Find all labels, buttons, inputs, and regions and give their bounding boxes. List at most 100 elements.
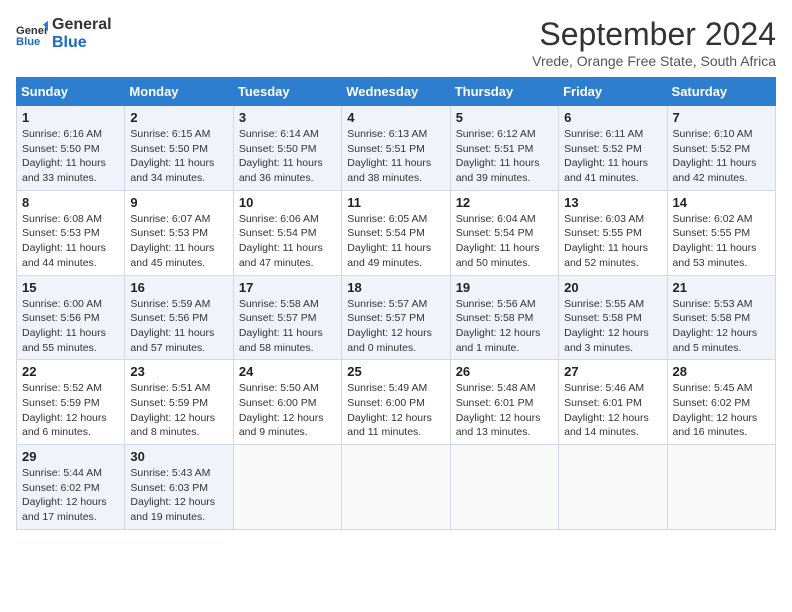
- day-detail: Sunrise: 5:43 AMSunset: 6:03 PMDaylight:…: [130, 466, 227, 525]
- day-detail: Sunrise: 5:48 AMSunset: 6:01 PMDaylight:…: [456, 381, 553, 440]
- day-detail: Sunrise: 6:10 AMSunset: 5:52 PMDaylight:…: [673, 127, 770, 186]
- calendar-cell: 2 Sunrise: 6:15 AMSunset: 5:50 PMDaylight…: [125, 106, 233, 191]
- calendar-cell: 10Sunrise: 6:06 AMSunset: 5:54 PMDayligh…: [233, 190, 341, 275]
- day-number: 20: [564, 280, 661, 295]
- day-number: 29: [22, 449, 119, 464]
- calendar-cell: 24Sunrise: 5:50 AMSunset: 6:00 PMDayligh…: [233, 360, 341, 445]
- header-monday: Monday: [125, 78, 233, 106]
- day-detail: Sunrise: 6:16 AMSunset: 5:50 PMDaylight:…: [22, 127, 119, 186]
- day-number: 22: [22, 364, 119, 379]
- calendar-week-row: 1 Sunrise: 6:16 AMSunset: 5:50 PMDaylight…: [17, 106, 776, 191]
- calendar-cell: 7 Sunrise: 6:10 AMSunset: 5:52 PMDaylight…: [667, 106, 775, 191]
- day-detail: Sunrise: 5:44 AMSunset: 6:02 PMDaylight:…: [22, 466, 119, 525]
- day-detail: Sunrise: 5:46 AMSunset: 6:01 PMDaylight:…: [564, 381, 661, 440]
- header-tuesday: Tuesday: [233, 78, 341, 106]
- calendar-cell: 22 Sunrise: 5:52 AMSunset: 5:59 PMDayligh…: [17, 360, 125, 445]
- day-number: 2: [130, 110, 227, 125]
- month-title: September 2024: [532, 16, 776, 53]
- calendar-cell: 23 Sunrise: 5:51 AMSunset: 5:59 PMDayligh…: [125, 360, 233, 445]
- day-number: 1: [22, 110, 119, 125]
- calendar-cell: 5Sunrise: 6:12 AMSunset: 5:51 PMDaylight…: [450, 106, 558, 191]
- calendar-cell: [342, 445, 450, 530]
- day-detail: Sunrise: 6:03 AMSunset: 5:55 PMDaylight:…: [564, 212, 661, 271]
- calendar-cell: 11 Sunrise: 6:05 AMSunset: 5:54 PMDayligh…: [342, 190, 450, 275]
- calendar-cell: 21 Sunrise: 5:53 AMSunset: 5:58 PMDayligh…: [667, 275, 775, 360]
- day-detail: Sunrise: 6:00 AMSunset: 5:56 PMDaylight:…: [22, 297, 119, 356]
- logo-icon: General Blue: [16, 18, 48, 50]
- header-sunday: Sunday: [17, 78, 125, 106]
- day-number: 3: [239, 110, 336, 125]
- calendar-week-row: 29 Sunrise: 5:44 AMSunset: 6:02 PMDayligh…: [17, 445, 776, 530]
- calendar-cell: [667, 445, 775, 530]
- day-detail: Sunrise: 6:05 AMSunset: 5:54 PMDaylight:…: [347, 212, 444, 271]
- day-number: 26: [456, 364, 553, 379]
- logo-general: General: [52, 16, 112, 34]
- calendar-cell: [233, 445, 341, 530]
- calendar-week-row: 8 Sunrise: 6:08 AMSunset: 5:53 PMDaylight…: [17, 190, 776, 275]
- calendar-cell: 13 Sunrise: 6:03 AMSunset: 5:55 PMDayligh…: [559, 190, 667, 275]
- day-number: 30: [130, 449, 227, 464]
- day-detail: Sunrise: 6:13 AMSunset: 5:51 PMDaylight:…: [347, 127, 444, 186]
- day-number: 25: [347, 364, 444, 379]
- calendar-week-row: 15 Sunrise: 6:00 AMSunset: 5:56 PMDayligh…: [17, 275, 776, 360]
- day-number: 23: [130, 364, 227, 379]
- logo: General Blue General Blue: [16, 16, 112, 51]
- calendar-cell: 30 Sunrise: 5:43 AMSunset: 6:03 PMDayligh…: [125, 445, 233, 530]
- calendar-cell: 16Sunrise: 5:59 AMSunset: 5:56 PMDayligh…: [125, 275, 233, 360]
- day-detail: Sunrise: 6:06 AMSunset: 5:54 PMDaylight:…: [239, 212, 336, 271]
- day-number: 9: [130, 195, 227, 210]
- day-detail: Sunrise: 5:53 AMSunset: 5:58 PMDaylight:…: [673, 297, 770, 356]
- day-detail: Sunrise: 5:59 AMSunset: 5:56 PMDaylight:…: [130, 297, 227, 356]
- day-detail: Sunrise: 5:51 AMSunset: 5:59 PMDaylight:…: [130, 381, 227, 440]
- location-subtitle: Vrede, Orange Free State, South Africa: [532, 53, 776, 69]
- calendar-cell: [450, 445, 558, 530]
- day-detail: Sunrise: 5:56 AMSunset: 5:58 PMDaylight:…: [456, 297, 553, 356]
- calendar-header-row: SundayMondayTuesdayWednesdayThursdayFrid…: [17, 78, 776, 106]
- day-number: 18: [347, 280, 444, 295]
- day-detail: Sunrise: 6:08 AMSunset: 5:53 PMDaylight:…: [22, 212, 119, 271]
- day-detail: Sunrise: 6:11 AMSunset: 5:52 PMDaylight:…: [564, 127, 661, 186]
- calendar-cell: 8 Sunrise: 6:08 AMSunset: 5:53 PMDaylight…: [17, 190, 125, 275]
- calendar-cell: 3 Sunrise: 6:14 AMSunset: 5:50 PMDaylight…: [233, 106, 341, 191]
- day-number: 15: [22, 280, 119, 295]
- calendar-cell: 17Sunrise: 5:58 AMSunset: 5:57 PMDayligh…: [233, 275, 341, 360]
- calendar-table: SundayMondayTuesdayWednesdayThursdayFrid…: [16, 77, 776, 530]
- day-detail: Sunrise: 5:45 AMSunset: 6:02 PMDaylight:…: [673, 381, 770, 440]
- day-number: 7: [673, 110, 770, 125]
- day-detail: Sunrise: 5:50 AMSunset: 6:00 PMDaylight:…: [239, 381, 336, 440]
- calendar-cell: 26 Sunrise: 5:48 AMSunset: 6:01 PMDayligh…: [450, 360, 558, 445]
- day-number: 19: [456, 280, 553, 295]
- calendar-cell: 6 Sunrise: 6:11 AMSunset: 5:52 PMDaylight…: [559, 106, 667, 191]
- calendar-cell: 12Sunrise: 6:04 AMSunset: 5:54 PMDayligh…: [450, 190, 558, 275]
- day-detail: Sunrise: 5:52 AMSunset: 5:59 PMDaylight:…: [22, 381, 119, 440]
- calendar-week-row: 22 Sunrise: 5:52 AMSunset: 5:59 PMDayligh…: [17, 360, 776, 445]
- day-number: 13: [564, 195, 661, 210]
- day-detail: Sunrise: 5:55 AMSunset: 5:58 PMDaylight:…: [564, 297, 661, 356]
- calendar-cell: 29 Sunrise: 5:44 AMSunset: 6:02 PMDayligh…: [17, 445, 125, 530]
- calendar-cell: 9Sunrise: 6:07 AMSunset: 5:53 PMDaylight…: [125, 190, 233, 275]
- day-detail: Sunrise: 5:49 AMSunset: 6:00 PMDaylight:…: [347, 381, 444, 440]
- svg-text:General: General: [16, 25, 48, 37]
- day-detail: Sunrise: 5:57 AMSunset: 5:57 PMDaylight:…: [347, 297, 444, 356]
- day-number: 27: [564, 364, 661, 379]
- calendar-cell: 18 Sunrise: 5:57 AMSunset: 5:57 PMDayligh…: [342, 275, 450, 360]
- logo-blue: Blue: [52, 34, 112, 52]
- day-number: 6: [564, 110, 661, 125]
- page-header: General Blue General Blue September 2024…: [16, 16, 776, 69]
- day-detail: Sunrise: 6:15 AMSunset: 5:50 PMDaylight:…: [130, 127, 227, 186]
- calendar-cell: 20 Sunrise: 5:55 AMSunset: 5:58 PMDayligh…: [559, 275, 667, 360]
- day-number: 4: [347, 110, 444, 125]
- day-detail: Sunrise: 6:14 AMSunset: 5:50 PMDaylight:…: [239, 127, 336, 186]
- day-number: 17: [239, 280, 336, 295]
- calendar-cell: 25 Sunrise: 5:49 AMSunset: 6:00 PMDayligh…: [342, 360, 450, 445]
- day-detail: Sunrise: 6:12 AMSunset: 5:51 PMDaylight:…: [456, 127, 553, 186]
- day-detail: Sunrise: 6:02 AMSunset: 5:55 PMDaylight:…: [673, 212, 770, 271]
- day-number: 21: [673, 280, 770, 295]
- header-saturday: Saturday: [667, 78, 775, 106]
- calendar-cell: 4 Sunrise: 6:13 AMSunset: 5:51 PMDaylight…: [342, 106, 450, 191]
- day-number: 8: [22, 195, 119, 210]
- day-number: 11: [347, 195, 444, 210]
- header-wednesday: Wednesday: [342, 78, 450, 106]
- day-number: 14: [673, 195, 770, 210]
- calendar-cell: 28Sunrise: 5:45 AMSunset: 6:02 PMDayligh…: [667, 360, 775, 445]
